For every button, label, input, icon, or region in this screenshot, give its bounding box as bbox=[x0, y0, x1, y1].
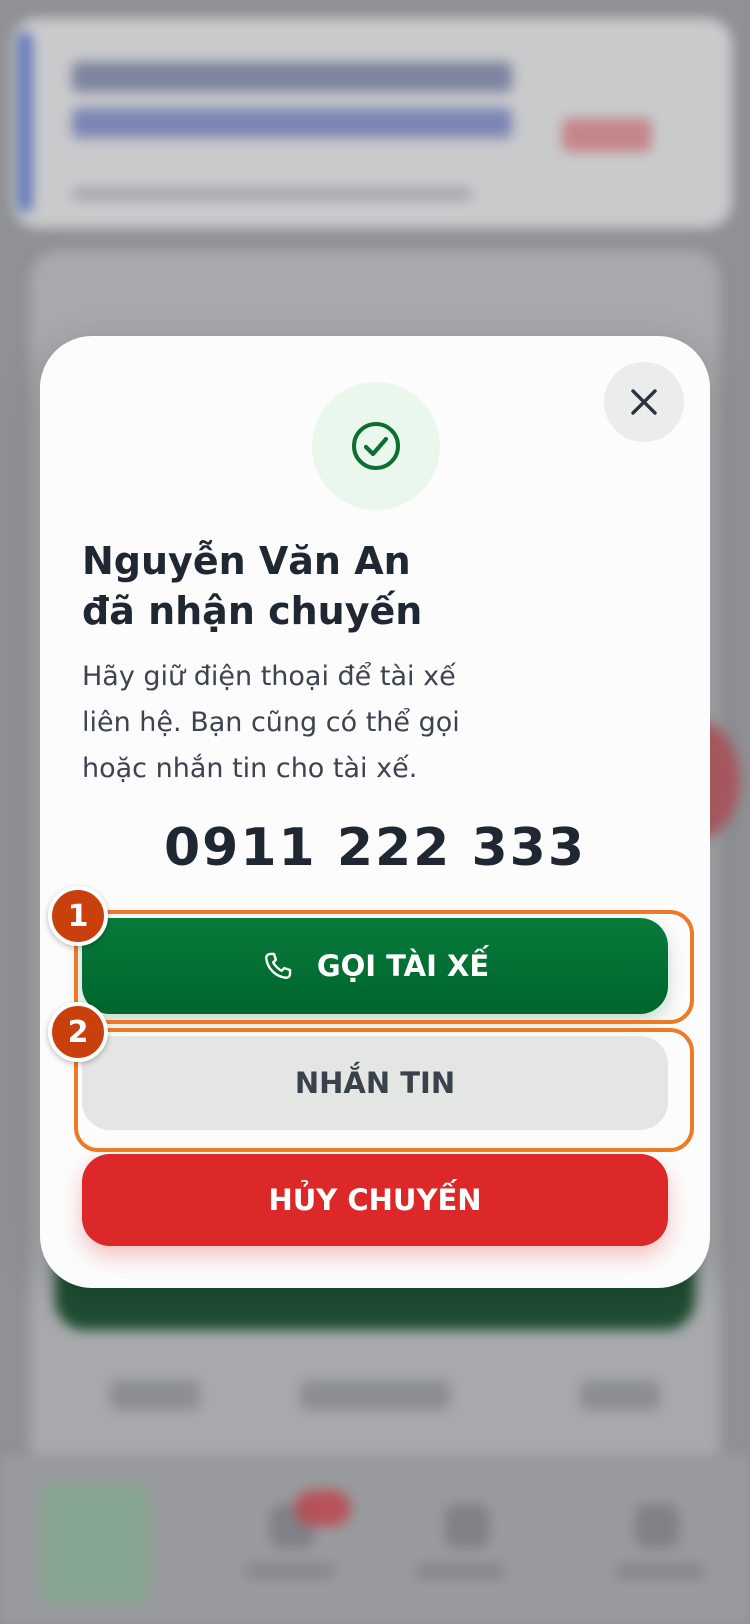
check-circle-icon bbox=[352, 422, 400, 470]
dialog-title-line: Nguyễn Văn An bbox=[82, 539, 411, 583]
background-nav-active bbox=[40, 1484, 150, 1604]
phone-icon bbox=[264, 952, 292, 979]
close-icon bbox=[631, 389, 657, 415]
background-nav-label bbox=[415, 1564, 505, 1578]
background-nav-badge bbox=[295, 1490, 351, 1526]
message-driver-button[interactable]: NHẮN TIN bbox=[82, 1036, 668, 1130]
dialog-description-line: Hãy giữ điện thoại để tài xế bbox=[82, 661, 456, 692]
background-text-line bbox=[72, 108, 512, 138]
background-nav-label bbox=[245, 1564, 335, 1578]
step-marker-1: 1 bbox=[48, 886, 108, 946]
background-nav-icon bbox=[635, 1504, 679, 1548]
background-chip bbox=[300, 1380, 450, 1410]
dialog-description: Hãy giữ điện thoại để tài xế liên hệ. Bạ… bbox=[82, 654, 602, 792]
background-card-accent bbox=[18, 32, 32, 212]
background-nav-label bbox=[615, 1564, 705, 1578]
background-nav-icon bbox=[445, 1504, 489, 1548]
step-marker-2: 2 bbox=[48, 1002, 108, 1062]
background-text-line bbox=[72, 62, 512, 92]
background-status-tag bbox=[562, 118, 652, 152]
dialog-title: Nguyễn Văn An đã nhận chuyến bbox=[82, 536, 602, 636]
background-chip bbox=[580, 1380, 660, 1410]
driver-phone-number: 0911 222 333 bbox=[163, 818, 587, 878]
dialog-description-line: liên hệ. Bạn cũng có thể gọi bbox=[82, 707, 460, 738]
success-badge bbox=[312, 382, 440, 510]
call-driver-label: GỌI TÀI XẾ bbox=[316, 949, 490, 983]
dialog-description-line: hoặc nhắn tin cho tài xế. bbox=[82, 753, 418, 784]
call-driver-button[interactable]: GỌI TÀI XẾ bbox=[82, 918, 668, 1014]
background-chip bbox=[110, 1380, 200, 1410]
message-driver-label: NHẮN TIN bbox=[294, 1066, 456, 1100]
background-bottom-nav bbox=[0, 1454, 750, 1624]
background-trip-card bbox=[12, 18, 732, 228]
cancel-trip-label: HỦY CHUYẾN bbox=[268, 1183, 482, 1217]
cancel-trip-button[interactable]: HỦY CHUYẾN bbox=[82, 1154, 668, 1246]
background-text-line bbox=[72, 188, 472, 200]
close-button[interactable] bbox=[604, 362, 684, 442]
dialog-title-line: đã nhận chuyến bbox=[82, 589, 423, 633]
